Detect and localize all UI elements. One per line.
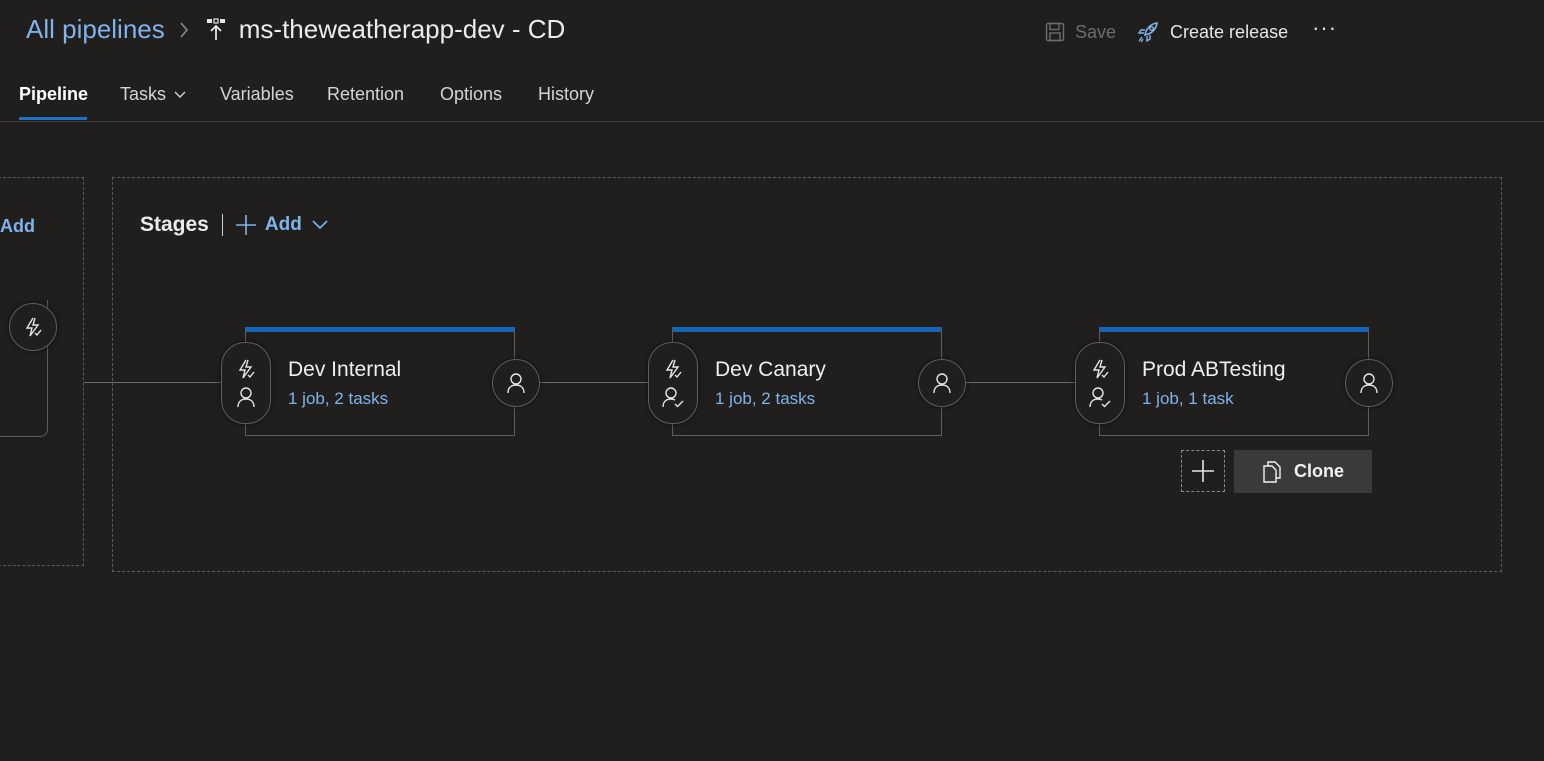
tab-tasks[interactable]: Tasks bbox=[120, 84, 186, 105]
tab-variables[interactable]: Variables bbox=[220, 84, 294, 105]
person-icon bbox=[507, 373, 525, 394]
pre-deployment-conditions[interactable] bbox=[648, 342, 698, 424]
lightning-icon bbox=[238, 359, 255, 379]
release-pipeline-icon bbox=[205, 17, 227, 42]
post-deployment-conditions[interactable] bbox=[918, 359, 966, 407]
divider bbox=[221, 214, 223, 236]
save-label: Save bbox=[1075, 21, 1117, 42]
toolbar: Save Create release ··· bbox=[1045, 17, 1337, 44]
stage-name: Dev Internal bbox=[288, 358, 402, 381]
clone-label: Clone bbox=[1293, 461, 1344, 481]
stage-card-prod-abtesting[interactable]: Prod ABTesting 1 job, 1 task bbox=[1099, 327, 1369, 436]
post-deployment-conditions[interactable] bbox=[492, 359, 540, 407]
person-check-icon bbox=[662, 387, 684, 408]
pre-deployment-conditions[interactable] bbox=[1075, 342, 1125, 424]
all-pipelines-link[interactable]: All pipelines bbox=[26, 14, 165, 45]
stages-title: Stages bbox=[140, 213, 209, 236]
create-release-label: Create release bbox=[1170, 21, 1289, 42]
tab-options[interactable]: Options bbox=[440, 84, 502, 105]
page-title: ms-theweatherapp-dev - CD bbox=[238, 14, 566, 44]
stage-summary-link[interactable]: 1 job, 2 tasks bbox=[288, 389, 388, 409]
person-icon bbox=[933, 373, 951, 394]
stage-name: Dev Canary bbox=[715, 358, 826, 381]
stages-header: Stages Add bbox=[140, 213, 328, 237]
tab-bar: Pipeline Tasks Variables Retention Optio… bbox=[0, 70, 1544, 122]
save-icon bbox=[1045, 22, 1065, 42]
person-icon bbox=[237, 387, 255, 408]
header-bar: All pipelines ms-theweatherapp-dev - CD … bbox=[0, 0, 1544, 70]
connector-line bbox=[540, 382, 649, 383]
chevron-right-icon bbox=[179, 21, 189, 39]
add-stage-button[interactable] bbox=[1181, 450, 1225, 492]
rocket-icon bbox=[1137, 22, 1158, 43]
post-deployment-conditions[interactable] bbox=[1345, 359, 1393, 407]
lightning-icon bbox=[1092, 359, 1109, 379]
continuous-deployment-trigger[interactable] bbox=[9, 303, 57, 351]
pre-deployment-conditions[interactable] bbox=[221, 342, 271, 424]
tab-pipeline[interactable]: Pipeline bbox=[19, 84, 88, 105]
add-stage-dropdown[interactable]: Add bbox=[235, 214, 328, 236]
stage-summary-link[interactable]: 1 job, 1 task bbox=[1142, 389, 1234, 409]
save-button[interactable]: Save bbox=[1045, 22, 1116, 43]
stage-name: Prod ABTesting bbox=[1142, 358, 1286, 381]
connector-line bbox=[966, 382, 1076, 383]
more-options-button[interactable]: ··· bbox=[1312, 17, 1337, 41]
chevron-down-icon bbox=[312, 220, 328, 230]
chevron-down-icon bbox=[174, 91, 186, 98]
lightning-icon bbox=[25, 317, 42, 337]
clone-stage-button[interactable]: Clone bbox=[1234, 450, 1372, 493]
add-stage-label: Add bbox=[264, 214, 302, 235]
breadcrumb: All pipelines ms-theweatherapp-dev - CD bbox=[26, 14, 565, 45]
stage-card-dev-internal[interactable]: Dev Internal 1 job, 2 tasks bbox=[245, 327, 515, 436]
plus-icon bbox=[235, 214, 257, 236]
tab-tasks-label: Tasks bbox=[120, 84, 167, 104]
create-release-button[interactable]: Create release bbox=[1136, 20, 1288, 44]
add-artifact-button[interactable]: Add bbox=[0, 216, 35, 237]
connector-line bbox=[84, 382, 222, 383]
person-icon bbox=[1360, 373, 1378, 394]
tab-history[interactable]: History bbox=[538, 84, 594, 105]
stage-card-dev-canary[interactable]: Dev Canary 1 job, 2 tasks bbox=[672, 327, 942, 436]
copy-icon bbox=[1263, 460, 1281, 483]
plus-icon bbox=[1192, 460, 1214, 482]
tab-retention[interactable]: Retention bbox=[327, 84, 404, 105]
lightning-icon bbox=[665, 359, 682, 379]
stage-summary-link[interactable]: 1 job, 2 tasks bbox=[715, 389, 815, 409]
person-check-icon bbox=[1089, 387, 1111, 408]
active-tab-indicator bbox=[19, 117, 87, 120]
